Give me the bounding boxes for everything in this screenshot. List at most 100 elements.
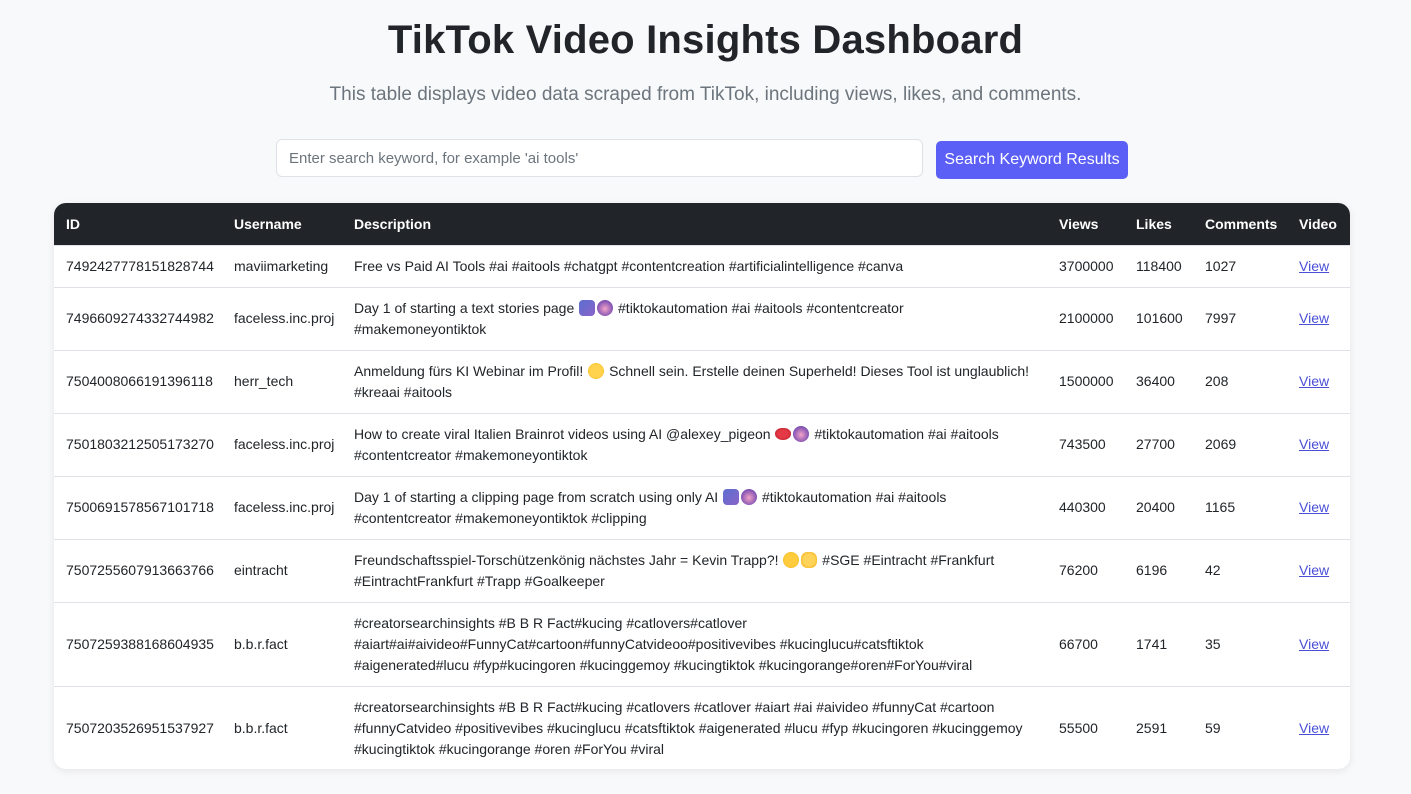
view-video-link[interactable]: View: [1299, 720, 1329, 736]
cell-description: Freundschaftsspiel-Torschützenkönig näch…: [342, 538, 1047, 602]
cell-description: How to create viral Italien Brainrot vid…: [342, 412, 1047, 476]
table-row: 7492427778151828744 maviimarketing Free …: [54, 244, 1350, 287]
cell-likes: 1741: [1124, 601, 1193, 686]
description-line: #makemoneyontiktok: [354, 320, 487, 337]
cell-description: Day 1 of starting a text stories page #t…: [342, 286, 1047, 350]
view-video-link[interactable]: View: [1299, 562, 1329, 578]
cell-likes: 6196: [1124, 538, 1193, 602]
cell-comments: 35: [1193, 601, 1287, 686]
book-emoji-icon: [579, 299, 596, 316]
cell-username: b.b.r.fact: [222, 601, 342, 686]
view-video-link[interactable]: View: [1299, 499, 1329, 515]
page-subtitle: This table displays video data scraped f…: [329, 84, 1082, 105]
cell-id: 7496609274332744982: [54, 286, 222, 350]
cell-views: 55500: [1047, 685, 1124, 769]
table-row: 7507203526951537927 b.b.r.fact #creators…: [54, 685, 1350, 769]
video-table-card: ID Username Description Views Likes Comm…: [54, 203, 1350, 769]
cell-likes: 118400: [1124, 244, 1193, 287]
view-video-link[interactable]: View: [1299, 310, 1329, 326]
table-row: 7507255607913663766 eintracht Freundscha…: [54, 538, 1350, 602]
column-header-likes: Likes: [1136, 215, 1172, 232]
table-row: 7496609274332744982 faceless.inc.proj Da…: [54, 286, 1350, 350]
cell-video: View: [1287, 286, 1350, 350]
video-table: ID Username Description Views Likes Comm…: [54, 203, 1350, 769]
table-row: 7501803212505173270 faceless.inc.proj Ho…: [54, 412, 1350, 476]
cell-id: 7492427778151828744: [54, 244, 222, 287]
table-row: 7507259388168604935 b.b.r.fact #creators…: [54, 601, 1350, 686]
description-line: #contentcreator #makemoneyontiktok: [354, 446, 588, 463]
dashboard-page: TikTok Video Insights Dashboard This tab…: [0, 0, 1411, 794]
cell-username: faceless.inc.proj: [222, 286, 342, 350]
view-video-link[interactable]: View: [1299, 436, 1329, 452]
table-header-row: ID Username Description Views Likes Comm…: [54, 203, 1350, 245]
description-line: #SGE #Eintracht #Frankfurt: [822, 551, 995, 568]
description-line: How to create viral Italien Brainrot vid…: [354, 425, 771, 442]
description-line: Schnell sein. Erstelle deinen Superheld!…: [609, 362, 1030, 379]
cell-comments: 42: [1193, 538, 1287, 602]
column-header-username: Username: [234, 215, 302, 232]
cell-likes: 36400: [1124, 349, 1193, 413]
cell-description: Anmeldung fürs KI Webinar im Profil! Sch…: [342, 349, 1047, 413]
cell-comments: 208: [1193, 349, 1287, 413]
cell-id: 7507255607913663766: [54, 538, 222, 602]
description-line: Free vs Paid AI Tools #ai #aitools #chat…: [354, 257, 904, 274]
description-line: #tiktokautomation #ai #aitools: [814, 425, 999, 442]
description-line: #EintrachtFrankfurt #Trapp #Goalkeeper: [354, 572, 605, 589]
cell-comments: 59: [1193, 685, 1287, 769]
column-header-description: Description: [354, 215, 432, 232]
view-video-link[interactable]: View: [1299, 373, 1329, 389]
cell-comments: 1165: [1193, 475, 1287, 539]
book-emoji-icon: [723, 488, 740, 505]
description-line: #funnyCatvideo #positivevibes #kucingluc…: [354, 719, 1023, 736]
description-line: #creatorsearchinsights #B B R Fact#kucin…: [354, 614, 747, 631]
cell-likes: 27700: [1124, 412, 1193, 476]
description-line: Freundschaftsspiel-Torschützenkönig näch…: [354, 551, 779, 568]
cell-username: herr_tech: [222, 349, 342, 413]
view-video-link[interactable]: View: [1299, 636, 1329, 652]
cell-id: 7500691578567101718: [54, 475, 222, 539]
cell-views: 440300: [1047, 475, 1124, 539]
cell-video: View: [1287, 349, 1350, 413]
view-video-link[interactable]: View: [1299, 258, 1329, 274]
hand-emoji-icon: [801, 551, 818, 568]
table-row: 7504008066191396118 herr_tech Anmeldung …: [54, 349, 1350, 413]
search-input[interactable]: [276, 139, 923, 177]
description-line: #aigenerated#lucu #fyp#kucingoren #kucin…: [354, 656, 973, 673]
lips-emoji-icon: [775, 427, 792, 440]
cell-views: 1500000: [1047, 349, 1124, 413]
description-line: #contentcreator #makemoneyontiktok #clip…: [354, 509, 647, 526]
description-line: #kreaai #aitools: [354, 383, 453, 400]
robot-emoji-icon: [597, 299, 614, 316]
description-line: Day 1 of starting a clipping page from s…: [354, 488, 719, 505]
cell-description: Day 1 of starting a clipping page from s…: [342, 475, 1047, 539]
table-row: 7500691578567101718 faceless.inc.proj Da…: [54, 475, 1350, 539]
robot-emoji-icon: [793, 425, 810, 442]
search-bar: Search Keyword Results: [276, 139, 1136, 179]
cell-video: View: [1287, 412, 1350, 476]
cell-comments: 2069: [1193, 412, 1287, 476]
cell-likes: 20400: [1124, 475, 1193, 539]
cell-views: 743500: [1047, 412, 1124, 476]
cell-video: View: [1287, 475, 1350, 539]
cell-id: 7501803212505173270: [54, 412, 222, 476]
column-header-id: ID: [66, 215, 80, 232]
cell-views: 2100000: [1047, 286, 1124, 350]
column-header-video: Video: [1299, 215, 1337, 232]
description-line: Day 1 of starting a text stories page: [354, 299, 575, 316]
cell-video: View: [1287, 244, 1350, 287]
description-line: #creatorsearchinsights #B B R Fact#kucin…: [354, 698, 995, 715]
zany-face-emoji-icon: [588, 362, 605, 379]
cell-description: Free vs Paid AI Tools #ai #aitools #chat…: [342, 244, 1047, 287]
cell-description: #creatorsearchinsights #B B R Fact#kucin…: [342, 601, 1047, 686]
robot-emoji-icon: [741, 488, 758, 505]
cell-id: 7507259388168604935: [54, 601, 222, 686]
search-keyword-button[interactable]: Search Keyword Results: [936, 141, 1128, 179]
description-line: #tiktokautomation #ai #aitools: [761, 488, 947, 505]
cell-likes: 101600: [1124, 286, 1193, 350]
column-header-views: Views: [1059, 215, 1099, 232]
cell-id: 7504008066191396118: [54, 349, 222, 413]
laughing-face-emoji-icon: [783, 551, 800, 568]
cell-id: 7507203526951537927: [54, 685, 222, 769]
cell-video: View: [1287, 685, 1350, 769]
cell-username: eintracht: [222, 538, 342, 602]
